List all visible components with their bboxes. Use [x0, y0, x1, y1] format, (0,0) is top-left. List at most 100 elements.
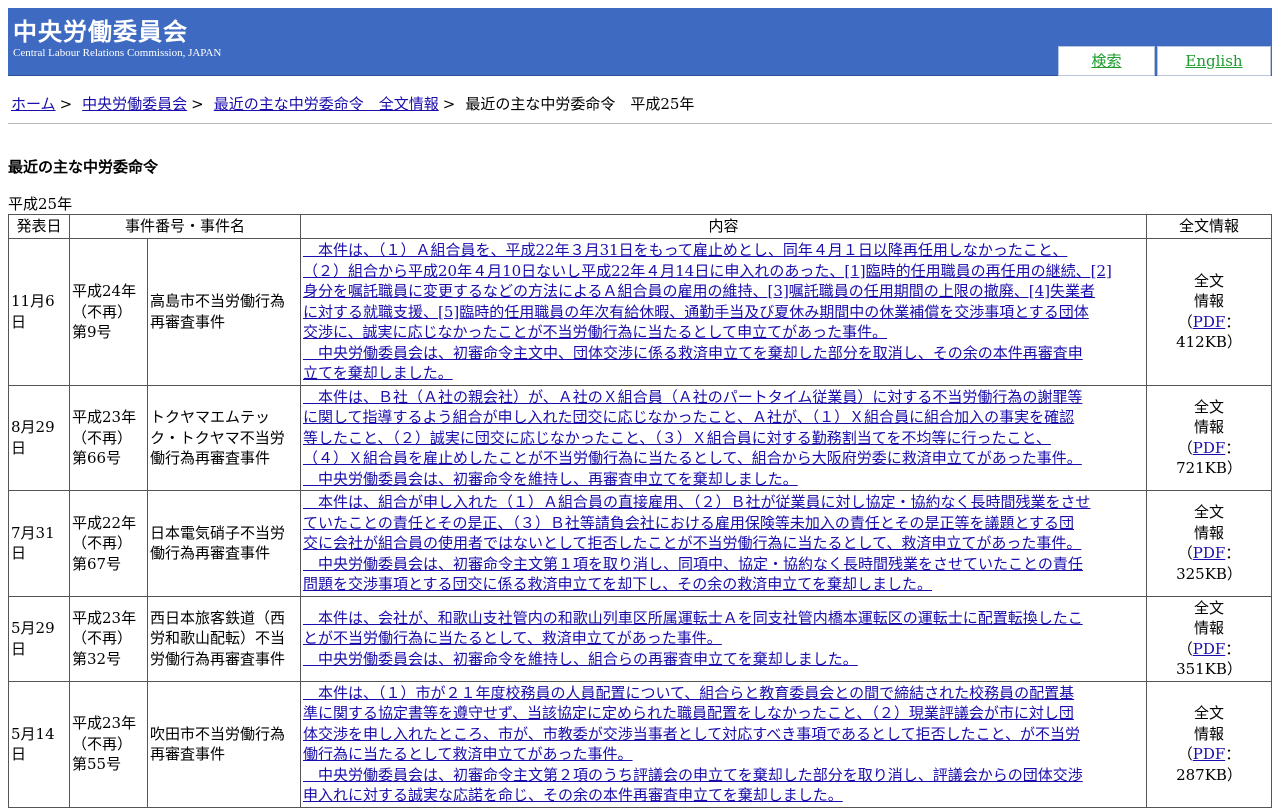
cell-fulltext: 全文 情報 （PDF：351KB） — [1146, 595, 1272, 682]
content-line: 本件は、（１）市が２１年度校務員の人員配置について、組合らと教育委員会との間で締… — [303, 683, 1075, 702]
cell-date: 5月14日 — [8, 680, 70, 808]
case-number-line: （不再） — [72, 734, 133, 753]
header-date: 発表日 — [8, 214, 70, 239]
content-link[interactable]: 本件は、組合が申し入れた（１）Ａ組合員の直接雇用、（２）Ｂ社が従業員に対し協定・… — [303, 492, 1144, 595]
fulltext-label: 情報 — [1193, 523, 1224, 542]
pdf-link[interactable]: PDF — [1193, 640, 1226, 658]
table-body: 11月6日 平成24年 （不再） 第9号 高島市不当労働行為再審査事件 本件は、（１）Ａ… — [8, 238, 1272, 808]
content-line: 中央労働委員会は、初審命令主文第１項を取り消し、同項中、協定・協約なく長時間残業… — [303, 554, 1083, 573]
fulltext-label: 全文 — [1193, 397, 1224, 416]
fulltext-label: 全文 — [1193, 704, 1224, 722]
content-line: 問題を交渉事項とする団交に係る救済申立てを却下し、その余の救済申立てを棄却しまし… — [303, 575, 932, 593]
content-line: とが不当労働行為に当たるとして、救済申立てがあった事件。 — [303, 629, 722, 648]
content-line: 準に関する協定書等を遵守せず、当該協定に定められた職員配置をしなかったこと、（２… — [303, 704, 1074, 722]
content-link[interactable]: 本件は、（１）市が２１年度校務員の人員配置について、組合らと教育委員会との間で締… — [303, 683, 1144, 806]
content-line: 等したこと、（２）誠実に団交に応じなかったこと、（３）Ｘ組合員に対する勤務割当て… — [303, 428, 1051, 447]
search-link[interactable]: 検索 — [1091, 52, 1121, 70]
content-line: 立てを棄却しました。 — [303, 364, 453, 382]
pdf-info: （PDF：721KB） — [1176, 438, 1242, 478]
content-line: 中央労働委員会は、初審命令主文第２項のうち評議会の申立てを棄却した部分を取り消し… — [303, 765, 1083, 784]
case-number-line: 平成23年 — [72, 608, 137, 627]
fulltext-label: 情報 — [1193, 619, 1224, 637]
content-line: に関して指導するよう組合が申し入れた団交に応じなかったこと、Ａ社が、（１）Ｘ組合… — [303, 408, 1075, 426]
cell-content: 本件は、（１）市が２１年度校務員の人員配置について、組合らと教育委員会との間で締… — [300, 680, 1147, 808]
case-number-line: 第66号 — [72, 449, 122, 467]
table-row: 5月29日 平成23年 （不再） 第32号 西日本旅客鉄道（西労和歌山配転）不当労働行為… — [8, 595, 1272, 682]
cell-case-name: 日本電気硝子不当労働行為再審査事件 — [147, 490, 301, 597]
page-heading: 最近の主な中労委命令 — [8, 158, 159, 176]
breadcrumb-separator: > — [59, 95, 73, 113]
content-link[interactable]: 本件は、Ｂ社（Ａ社の親会社）が、Ａ社のＸ組合員（Ａ社のパートタイム従業員）に対す… — [303, 387, 1144, 490]
cell-case-name: トクヤマエムテック・トクヤマ不当労働行為再審査事件 — [147, 384, 301, 491]
cell-content: 本件は、会社が、和歌山支社管内の和歌山列車区所属運転士Ａを同支社管内橋本運転区の… — [300, 595, 1147, 682]
case-number-line: （不再） — [72, 629, 133, 648]
case-number-line: 第9号 — [72, 323, 112, 341]
fulltext-label: 情報 — [1193, 724, 1224, 743]
pdf-link[interactable]: PDF — [1193, 745, 1226, 763]
case-number-line: 平成24年 — [72, 282, 137, 300]
case-number-line: 第67号 — [72, 554, 122, 573]
cell-case-number: 平成22年 （不再） 第67号 — [69, 490, 148, 597]
era-label: 平成25年 — [8, 195, 73, 213]
content-line: 申入れに対する誠実な応諾を命じ、その余の本件再審査申立てを棄却しました。 — [303, 786, 843, 804]
table-row: 11月6日 平成24年 （不再） 第9号 高島市不当労働行為再審査事件 本件は、（１）Ａ… — [8, 238, 1272, 386]
cell-content: 本件は、組合が申し入れた（１）Ａ組合員の直接雇用、（２）Ｂ社が従業員に対し協定・… — [300, 490, 1147, 597]
content-line: 中央労働委員会は、初審命令を維持し、再審査申立てを棄却しました。 — [303, 469, 798, 488]
content-link[interactable]: 本件は、会社が、和歌山支社管内の和歌山列車区所属運転士Ａを同支社管内橋本運転区の… — [303, 608, 1144, 670]
content-line: に対する就職支援、[5]臨時的任用職員の年次有給休暇、通勤手当及び夏休み期間中の… — [303, 302, 1089, 321]
content-line: 本件は、（１）Ａ組合員を、平成22年３月31日をもって雇止めとし、同年４月１日以… — [303, 241, 1068, 259]
english-button[interactable]: English — [1157, 46, 1271, 76]
cell-case-number: 平成23年 （不再） 第32号 — [69, 595, 148, 682]
case-number-line: （不再） — [72, 428, 133, 447]
cell-fulltext: 全文情報 （PDF：287KB） — [1146, 680, 1272, 808]
content-line: 身分を嘱託職員に変更するなどの方法によるＡ組合員の雇用の維持、[3]嘱託職員の任… — [303, 282, 1096, 300]
divider — [8, 123, 1272, 124]
pdf-link[interactable]: PDF — [1193, 544, 1226, 562]
cell-date: 8月29日 — [8, 384, 70, 491]
pdf-info: （PDF：325KB） — [1176, 544, 1242, 583]
content-link[interactable]: 本件は、（１）Ａ組合員を、平成22年３月31日をもって雇止めとし、同年４月１日以… — [303, 240, 1144, 384]
breadcrumb-home[interactable]: ホーム — [11, 95, 56, 113]
table-header-row: 発表日 事件番号・事件名 内容 全文情報 — [8, 214, 1272, 239]
site-subtitle: Central Labour Relations Commission, JAP… — [13, 47, 222, 59]
fulltext-label: 全文 — [1193, 503, 1224, 522]
case-number-line: （不再） — [72, 302, 133, 321]
cell-case-number: 平成23年 （不再） 第55号 — [69, 680, 148, 808]
fulltext-label: 情報 — [1193, 418, 1224, 437]
orders-table: 発表日 事件番号・事件名 内容 全文情報 11月6日 平成24年 （不再） 第9号 高島… — [8, 214, 1272, 808]
content-line: （４）Ｘ組合員を雇止めしたことが不当労働行為に当たるとして、組合から大阪府労委に… — [303, 449, 1082, 467]
case-number-line: 平成23年 — [72, 408, 137, 426]
pdf-link[interactable]: PDF — [1193, 313, 1226, 331]
cell-case-name: 高島市不当労働行為再審査事件 — [147, 238, 301, 386]
english-link[interactable]: English — [1185, 52, 1242, 70]
content-line: 本件は、Ｂ社（Ａ社の親会社）が、Ａ社のＸ組合員（Ａ社のパートタイム従業員）に対す… — [303, 387, 1083, 406]
cell-date: 11月6日 — [8, 238, 70, 386]
breadcrumb-orders-full[interactable]: 最近の主な中労委命令 全文情報 — [214, 95, 439, 113]
site-title: 中央労働委員会 — [13, 18, 188, 46]
header-content: 内容 — [300, 214, 1147, 239]
table-row: 7月31日 平成22年 （不再） 第67号 日本電気硝子不当労働行為再審査事件 本件は、… — [8, 490, 1272, 597]
cell-fulltext: 全文情報 （PDF：721KB） — [1146, 384, 1272, 491]
case-number-line: 平成23年 — [72, 714, 137, 733]
table-row: 5月14日 平成23年 （不再） 第55号 吹田市不当労働行為再審査事件 本件は、（１）… — [8, 680, 1272, 808]
breadcrumb-commission[interactable]: 中央労働委員会 — [82, 95, 187, 113]
content-line: 本件は、組合が申し入れた（１）Ａ組合員の直接雇用、（２）Ｂ社が従業員に対し協定・… — [303, 493, 1091, 511]
content-line: 中央労働委員会は、初審命令主文中、団体交渉に係る救済申立てを棄却した部分を取消し… — [303, 343, 1083, 362]
case-number-line: 平成22年 — [72, 513, 137, 532]
cell-case-number: 平成23年 （不再） 第66号 — [69, 384, 148, 491]
breadcrumb-current: 最近の主な中労委命令 平成25年 — [465, 95, 695, 113]
cell-date: 7月31日 — [8, 490, 70, 597]
pdf-link[interactable]: PDF — [1193, 439, 1226, 457]
header-fulltext: 全文情報 — [1146, 214, 1272, 239]
search-button[interactable]: 検索 — [1058, 46, 1155, 76]
breadcrumb: ホーム > 中央労働委員会 > 最近の主な中労委命令 全文情報 > 最近の主な中労委命令 平… — [11, 93, 694, 114]
cell-case-name: 吹田市不当労働行為再審査事件 — [147, 680, 301, 808]
pdf-info: （PDF：351KB） — [1176, 639, 1242, 679]
case-number-line: 第55号 — [72, 755, 122, 774]
fulltext-label: 全文 — [1193, 271, 1224, 290]
breadcrumb-separator: > — [442, 95, 456, 113]
pdf-info: （PDF：287KB） — [1176, 745, 1242, 784]
cell-fulltext: 全文 情報 （PDF：325KB） — [1146, 490, 1272, 597]
case-number-line: 第32号 — [72, 649, 122, 668]
content-line: （２）組合から平成20年４月10日ないし平成22年４月14日に申入れのあった、[… — [303, 261, 1112, 280]
